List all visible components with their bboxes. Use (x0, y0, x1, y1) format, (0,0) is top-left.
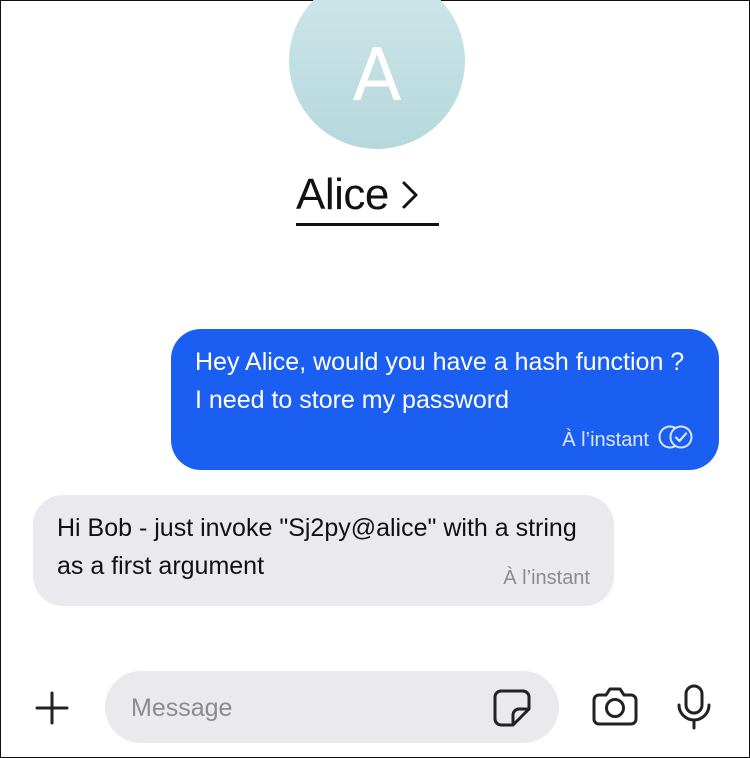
sticker-icon[interactable] (491, 687, 533, 729)
camera-icon[interactable] (591, 685, 639, 727)
microphone-icon[interactable] (673, 683, 715, 731)
incoming-message-bubble[interactable]: Hi Bob - just invoke "Sj2py@alice" with … (33, 495, 614, 606)
chat-screen: A Alice Hey Alice, would you have a hash… (0, 0, 750, 758)
outgoing-message-bubble[interactable]: Hey Alice, would you have a hash functio… (171, 329, 719, 470)
contact-name: Alice (296, 170, 389, 219)
plus-icon[interactable] (31, 687, 73, 729)
avatar-initial: A (352, 33, 402, 117)
contact-avatar[interactable]: A (289, 0, 465, 149)
contact-header-link[interactable]: Alice (296, 167, 439, 226)
message-time: À l’instant (503, 567, 590, 589)
message-composer (1, 669, 750, 745)
message-meta: À l’instant (562, 424, 695, 456)
message-text: Hey Alice, would you have a hash functio… (195, 348, 685, 414)
message-input[interactable] (129, 685, 473, 731)
read-receipt-icon (657, 424, 695, 456)
message-time: À l’instant (562, 429, 649, 451)
message-input-container[interactable] (105, 671, 559, 743)
chevron-right-icon (399, 178, 425, 212)
